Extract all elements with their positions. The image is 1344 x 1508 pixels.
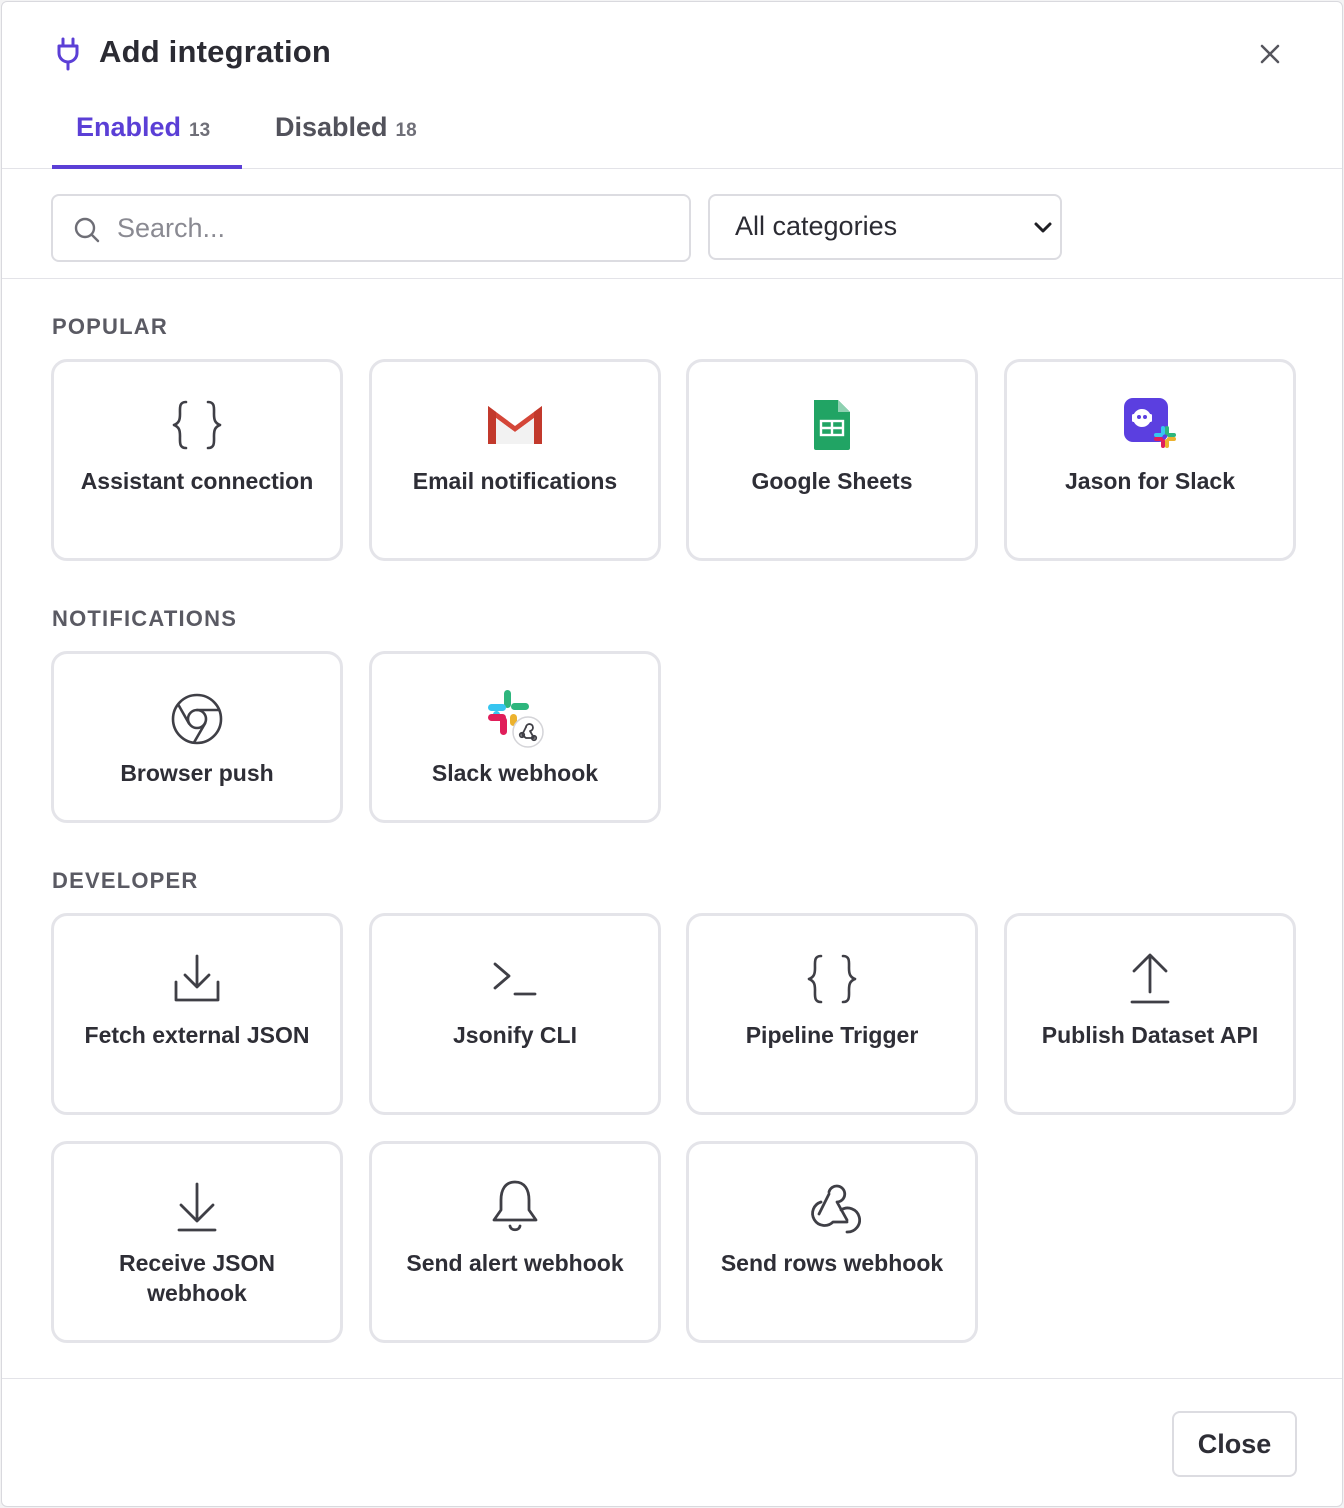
integration-card-label: Browser push bbox=[120, 760, 274, 786]
search-input[interactable] bbox=[117, 206, 677, 250]
braces-icon bbox=[172, 400, 222, 450]
section-title-notifications: NOTIFICATIONS bbox=[52, 606, 238, 631]
terminal-icon bbox=[493, 962, 537, 996]
integration-card-label: Email notifications bbox=[412, 468, 618, 494]
integration-card-label: Send alert webhook bbox=[406, 1250, 624, 1276]
integration-card-label: Slack webhook bbox=[431, 760, 599, 786]
search-field[interactable] bbox=[51, 194, 691, 262]
tab-count: 18 bbox=[395, 120, 417, 141]
integration-card-jason-for-slack[interactable]: Jason for Slack bbox=[1004, 359, 1296, 561]
integration-card-google-sheets[interactable]: Google Sheets bbox=[686, 359, 978, 561]
chevron-down-icon bbox=[1034, 222, 1052, 233]
google-sheets-icon bbox=[814, 400, 850, 450]
category-select-value: All categories bbox=[735, 211, 898, 241]
tab-enabled[interactable]: Enabled 13 bbox=[52, 112, 242, 169]
dialog-header: Add integration bbox=[2, 2, 1342, 102]
integration-card-label: Send rows webhook bbox=[720, 1250, 944, 1276]
integration-card-slack-webhook[interactable]: Slack webhook bbox=[369, 651, 661, 823]
tab-label: Enabled bbox=[76, 112, 182, 142]
tab-bar: Enabled 13 Disabled 18 bbox=[2, 102, 1342, 169]
integration-card-label: Jason for Slack bbox=[1064, 468, 1236, 494]
chrome-icon bbox=[171, 693, 223, 745]
integration-card-jsonify-cli[interactable]: Jsonify CLI bbox=[369, 913, 661, 1115]
close-icon[interactable] bbox=[1254, 38, 1286, 70]
category-select[interactable]: All categories bbox=[708, 194, 1062, 260]
plug-icon bbox=[57, 37, 79, 71]
integration-card-label: Pipeline Trigger bbox=[745, 1022, 919, 1048]
tab-disabled[interactable]: Disabled 18 bbox=[275, 112, 417, 169]
filter-bar: All categories bbox=[2, 169, 1342, 279]
integration-card-label: Fetch external JSON bbox=[84, 1022, 310, 1048]
integration-card-label: Assistant connection bbox=[80, 468, 314, 494]
upload-icon bbox=[1130, 953, 1170, 1004]
gmail-icon bbox=[488, 406, 542, 444]
tab-label: Disabled bbox=[275, 112, 388, 142]
dialog-title: Add integration bbox=[99, 34, 332, 69]
integration-card-send-rows-webhook[interactable]: Send rows webhook bbox=[686, 1141, 978, 1343]
integration-card-label: Jsonify CLI bbox=[453, 1022, 577, 1048]
arrow-down-icon bbox=[177, 1182, 217, 1232]
integration-card-publish-dataset-api[interactable]: Publish Dataset API bbox=[1004, 913, 1296, 1115]
section-title-developer: DEVELOPER bbox=[52, 868, 199, 893]
slack-webhook-icon bbox=[488, 690, 544, 748]
download-icon bbox=[174, 954, 220, 1002]
close-button[interactable]: Close bbox=[1172, 1411, 1297, 1477]
braces-icon bbox=[807, 954, 857, 1004]
integration-card-receive-json-webhook[interactable]: Receive JSON webhook bbox=[51, 1141, 343, 1343]
search-icon bbox=[74, 217, 100, 243]
bell-icon bbox=[492, 1180, 538, 1232]
dialog-footer: Close bbox=[2, 1378, 1342, 1506]
webhook-icon bbox=[811, 1184, 861, 1234]
integration-card-send-alert-webhook[interactable]: Send alert webhook bbox=[369, 1141, 661, 1343]
jason-slack-icon bbox=[1124, 398, 1176, 448]
integration-card-assistant-connection[interactable]: Assistant connection bbox=[51, 359, 343, 561]
add-integration-dialog: Add integration Enabled 13 Disabled 18 All… bbox=[1, 1, 1343, 1507]
integration-card-label: Publish Dataset API bbox=[1041, 1022, 1259, 1048]
integration-card-email-notifications[interactable]: Email notifications bbox=[369, 359, 661, 561]
integration-card-fetch-external-json[interactable]: Fetch external JSON bbox=[51, 913, 343, 1115]
integration-card-browser-push[interactable]: Browser push bbox=[51, 651, 343, 823]
section-title-popular: POPULAR bbox=[52, 314, 168, 339]
integration-card-pipeline-trigger[interactable]: Pipeline Trigger bbox=[686, 913, 978, 1115]
integration-card-label: Google Sheets bbox=[751, 468, 913, 494]
integration-card-label: Receive JSON webhook bbox=[119, 1250, 275, 1306]
tab-count: 13 bbox=[189, 120, 211, 141]
